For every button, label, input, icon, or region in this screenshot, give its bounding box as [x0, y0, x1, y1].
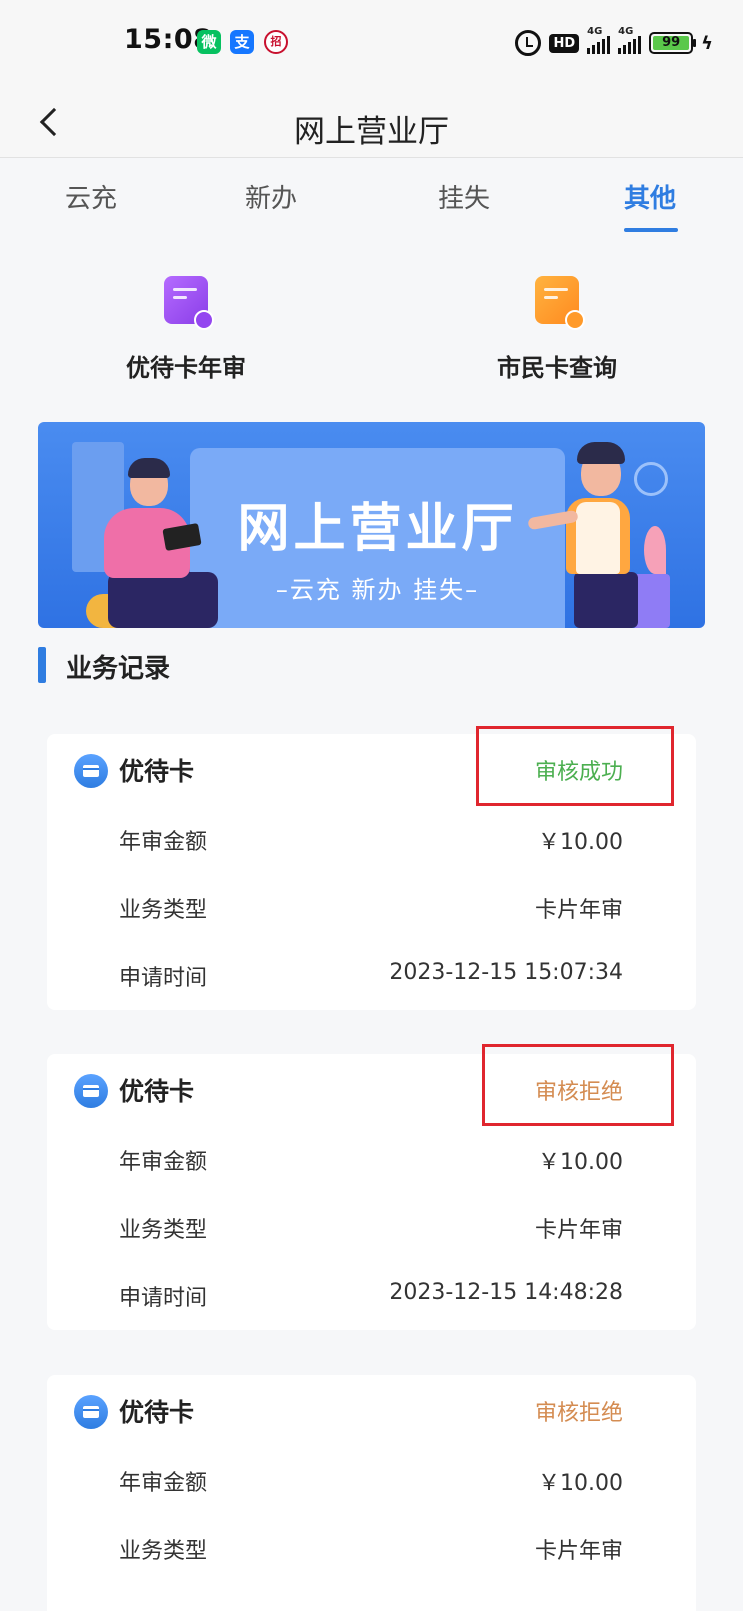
record-row: 业务类型 卡片年审 — [119, 1212, 623, 1243]
plant-illustration — [644, 526, 666, 574]
staff-illustration — [574, 572, 638, 628]
row-key: 业务类型 — [119, 1539, 208, 1564]
tab-new-card[interactable]: 新办 — [221, 178, 321, 215]
battery-level: 99 — [653, 36, 690, 50]
hd-voice-icon: HD — [549, 33, 580, 53]
banner-title: 网上营业厅 — [237, 499, 518, 559]
clock-illustration — [634, 462, 668, 496]
review-document-icon — [164, 276, 214, 330]
row-value: ￥10.00 — [538, 1471, 623, 1496]
row-key: 年审金额 — [119, 1150, 208, 1175]
record-name: 优待卡 — [119, 1077, 195, 1106]
quick-entry-annual-review[interactable]: 优待卡年审 — [66, 276, 306, 383]
card-icon — [74, 1074, 108, 1108]
quick-entry-card-query[interactable]: 市民卡查询 — [437, 276, 677, 383]
tab-report-loss[interactable]: 挂失 — [414, 178, 514, 215]
promo-banner[interactable]: 网上营业厅 –云充 新办 挂失– — [38, 422, 705, 628]
row-key: 申请时间 — [119, 966, 208, 991]
row-value: ￥10.00 — [538, 830, 623, 855]
quick-entry-label: 优待卡年审 — [126, 354, 246, 382]
status-bar: 15:08 微 支 招 HD 4G 4G 99 ϟ — [0, 0, 743, 86]
alarm-icon — [515, 30, 542, 56]
section-accent-bar — [38, 647, 46, 683]
alipay-icon: 支 — [230, 30, 254, 54]
wechat-icon: 微 — [197, 30, 221, 54]
signal-icon-2: 4G — [618, 26, 642, 54]
row-value: 卡片年审 — [534, 898, 623, 923]
battery-icon: 99 — [649, 32, 697, 54]
highlight-box — [482, 1044, 674, 1126]
record-name: 优待卡 — [119, 757, 195, 786]
card-icon — [74, 1395, 108, 1429]
active-tab-indicator — [624, 228, 678, 232]
record-row: 业务类型 卡片年审 — [119, 892, 623, 923]
record-card[interactable]: 优待卡 审核拒绝 年审金额 ￥10.00 业务类型 卡片年审 — [47, 1375, 696, 1611]
row-key: 业务类型 — [119, 1218, 208, 1243]
tab-bar: 云充 新办 挂失 其他 — [0, 158, 743, 238]
row-value: 2023-12-15 15:07:34 — [389, 960, 623, 985]
row-key: 申请时间 — [119, 1286, 208, 1311]
row-key: 年审金额 — [119, 830, 208, 855]
tab-other[interactable]: 其他 — [600, 178, 700, 215]
record-name: 优待卡 — [119, 1398, 195, 1427]
record-header: 优待卡 审核拒绝 — [47, 1375, 696, 1445]
status-indicators: HD 4G 4G 99 ϟ — [515, 26, 713, 58]
record-row: 年审金额 ￥10.00 — [119, 1144, 623, 1175]
row-key: 业务类型 — [119, 898, 208, 923]
bank-app-icon: 招 — [264, 30, 288, 54]
banner-subtitle: –云充 新办 挂失– — [275, 576, 480, 604]
quick-entry-label: 市民卡查询 — [497, 354, 617, 382]
record-row: 申请时间 2023-12-15 14:48:28 — [119, 1280, 623, 1311]
nav-bar: 网上营业厅 — [0, 86, 743, 158]
network-type-label: 4G — [587, 26, 603, 37]
charging-icon: ϟ — [701, 32, 713, 54]
highlight-box — [476, 726, 674, 806]
tab-recharge[interactable]: 云充 — [41, 178, 141, 215]
card-icon — [74, 754, 108, 788]
status-badge: 审核拒绝 — [534, 1401, 623, 1426]
record-row: 年审金额 ￥10.00 — [119, 824, 623, 855]
page-title: 网上营业厅 — [294, 114, 449, 150]
record-row: 申请时间 2023-12-15 15:07:34 — [119, 960, 623, 991]
record-row: 业务类型 卡片年审 — [119, 1533, 623, 1564]
section-title: 业务记录 — [66, 654, 171, 684]
signal-icon-1: 4G — [587, 26, 611, 54]
record-row: 年审金额 ￥10.00 — [119, 1465, 623, 1496]
row-key: 年审金额 — [119, 1471, 208, 1496]
row-value: 2023-12-15 14:48:28 — [389, 1280, 623, 1305]
row-value: 卡片年审 — [534, 1218, 623, 1243]
row-value: 卡片年审 — [534, 1539, 623, 1564]
search-document-icon — [535, 276, 585, 330]
row-value: ￥10.00 — [538, 1150, 623, 1175]
network-type-label: 4G — [618, 26, 634, 37]
